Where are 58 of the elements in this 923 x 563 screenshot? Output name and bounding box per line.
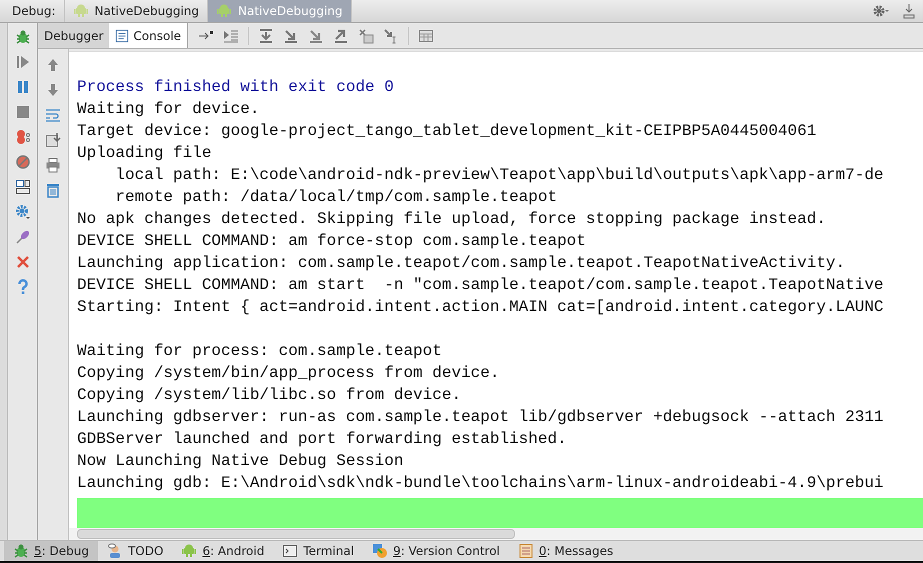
console-line: Copying /system/lib/libc.so from device.	[77, 385, 462, 406]
settings-icon[interactable]	[14, 204, 30, 220]
bug-icon[interactable]	[14, 29, 30, 45]
panel-tab[interactable]: Console	[109, 23, 188, 48]
tool-window-button[interactable]: 5: Debug	[4, 541, 98, 561]
panel-tab[interactable]: Debugger	[38, 23, 110, 48]
evaluate-icon[interactable]	[418, 28, 434, 44]
messages-icon[interactable]	[518, 543, 534, 559]
step-into-icon[interactable]	[283, 28, 300, 44]
print-icon[interactable]	[45, 157, 61, 173]
console-line: Launching gdb: E:\Android\sdk\ndk-bundle\toolchains\arm-linux-androideabi-4.9\prebui	[77, 473, 885, 494]
console-icon	[115, 28, 130, 42]
console-line: Waiting for device.	[77, 99, 260, 120]
console-line: No apk changes detected. Skipping file upload, force stopping package instead.	[77, 209, 827, 230]
step-over-icon[interactable]	[258, 28, 274, 44]
force-step-into-icon[interactable]	[308, 28, 324, 44]
console-line: remote path: /data/local/tmp/com.sample.teapot	[114, 187, 558, 208]
layout-icon[interactable]	[14, 179, 30, 195]
console-line: Target device: google-project_tango_tablet_development_kit-CEIPBP5A0445004061	[77, 121, 818, 142]
up-arrow-icon[interactable]	[45, 57, 61, 73]
console-line: Starting: Intent { act=android.intent.action.MAIN cat=[android.intent.category.LAUNC	[77, 297, 885, 318]
console-line: Now Launching Native Debug Session	[77, 451, 404, 472]
settings-icon[interactable]	[873, 3, 889, 19]
tool-window-button[interactable]: Terminal	[273, 541, 364, 561]
person-icon[interactable]	[106, 543, 123, 559]
pin-icon[interactable]	[14, 229, 30, 245]
console-line: Launching gdbserver: run-as com.sample.teapot lib/gdbserver +debugsock --attach 2311	[77, 407, 885, 428]
trash-icon[interactable]	[45, 182, 61, 198]
console-line: GDBServer launched and port forwarding established.	[77, 429, 568, 450]
tool-window-button[interactable]: 0: Messages	[508, 541, 622, 561]
drop-frame-icon[interactable]	[358, 28, 374, 44]
soft-wrap-icon[interactable]	[45, 107, 61, 123]
close-icon[interactable]	[14, 254, 30, 270]
bug-icon[interactable]	[13, 543, 29, 559]
resume-icon[interactable]	[14, 54, 30, 70]
console-line: Waiting for process: com.sample.teapot	[77, 341, 443, 362]
vcs-icon[interactable]	[372, 543, 388, 559]
mute-breakpoints-icon[interactable]	[14, 154, 30, 170]
tool-window-button[interactable]: 6: Android	[172, 541, 274, 561]
tool-window-button[interactable]: TODO	[98, 541, 172, 561]
show-execution-point-icon[interactable]	[223, 28, 240, 44]
console-line: Copying /system/bin/app_process from device.	[77, 363, 500, 384]
scrollbar-thumb[interactable]	[77, 529, 515, 539]
debug-label: Debug:	[0, 0, 65, 22]
console-line: Launching application: com.sample.teapot/com.sample.teapot.TeapotNativeActivity.	[77, 253, 846, 274]
console-line: Process finished with exit code 0	[77, 77, 395, 98]
console-line: local path: E:\code\android-ndk-preview\Teapot\app\build\outputs\apk\app-arm7-de	[114, 165, 885, 186]
console-line: DEVICE SHELL COMMAND: am force-stop com.sample.teapot	[77, 231, 587, 252]
console-line: Uploading file	[77, 143, 212, 164]
scroll-to-end-icon[interactable]	[45, 132, 61, 148]
breakpoints-icon[interactable]	[14, 129, 30, 145]
hide-icon[interactable]	[901, 3, 917, 19]
terminal-icon[interactable]	[282, 543, 298, 559]
console-line: DEVICE SHELL COMMAND: am start -n "com.sample.teapot/com.sample.teapot.TeapotNative	[77, 275, 885, 296]
step-out-icon[interactable]	[333, 28, 350, 44]
down-arrow-icon[interactable]	[45, 82, 61, 98]
stop-icon[interactable]	[14, 104, 30, 120]
tool-window-button[interactable]: 9: Version Control	[363, 541, 509, 561]
